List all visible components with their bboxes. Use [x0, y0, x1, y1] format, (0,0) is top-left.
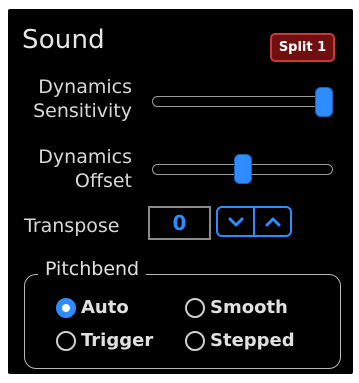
chevron-up-icon	[265, 217, 280, 226]
transpose-stepper	[216, 206, 292, 237]
dynamics-sensitivity-label-line1: Dynamics	[38, 76, 132, 98]
radio-button-icon[interactable]	[185, 297, 205, 318]
radio-label-stepped: Stepped	[210, 330, 295, 351]
dynamics-sensitivity-label: Dynamics Sensitivity	[16, 75, 132, 123]
dynamics-sensitivity-label-line2: Sensitivity	[33, 100, 132, 122]
pitchbend-radio-trigger[interactable]: Trigger	[56, 330, 153, 351]
transpose-up-button[interactable]	[253, 208, 290, 235]
radio-button-icon[interactable]	[56, 297, 76, 318]
pitchbend-legend: Pitchbend	[38, 257, 147, 281]
pitchbend-radio-stepped[interactable]: Stepped	[185, 330, 295, 351]
radio-label-smooth: Smooth	[210, 297, 288, 318]
pitchbend-radio-auto[interactable]: Auto	[56, 297, 129, 318]
sound-panel: Sound Split 1 Dynamics Sensitivity Dynam…	[8, 9, 353, 374]
transpose-label: Transpose	[24, 215, 120, 237]
radio-button-icon[interactable]	[185, 330, 205, 351]
dynamics-offset-slider-thumb[interactable]	[233, 154, 252, 184]
pitchbend-group	[24, 274, 341, 369]
dynamics-sensitivity-slider-thumb[interactable]	[315, 87, 333, 117]
dynamics-offset-label-line1: Dynamics	[38, 146, 132, 168]
pitchbend-radio-smooth[interactable]: Smooth	[185, 297, 288, 318]
transpose-value-field[interactable]: 0	[148, 206, 211, 240]
dynamics-sensitivity-slider[interactable]	[152, 96, 333, 107]
radio-label-auto: Auto	[81, 297, 129, 318]
panel-title: Sound	[22, 25, 105, 55]
radio-label-trigger: Trigger	[81, 330, 154, 351]
dynamics-offset-label-line2: Offset	[74, 170, 132, 192]
split-button[interactable]: Split 1	[270, 33, 335, 62]
radio-button-icon[interactable]	[56, 330, 76, 351]
chevron-down-icon	[228, 217, 243, 226]
transpose-down-button[interactable]	[218, 208, 253, 235]
dynamics-offset-label: Dynamics Offset	[16, 145, 132, 193]
